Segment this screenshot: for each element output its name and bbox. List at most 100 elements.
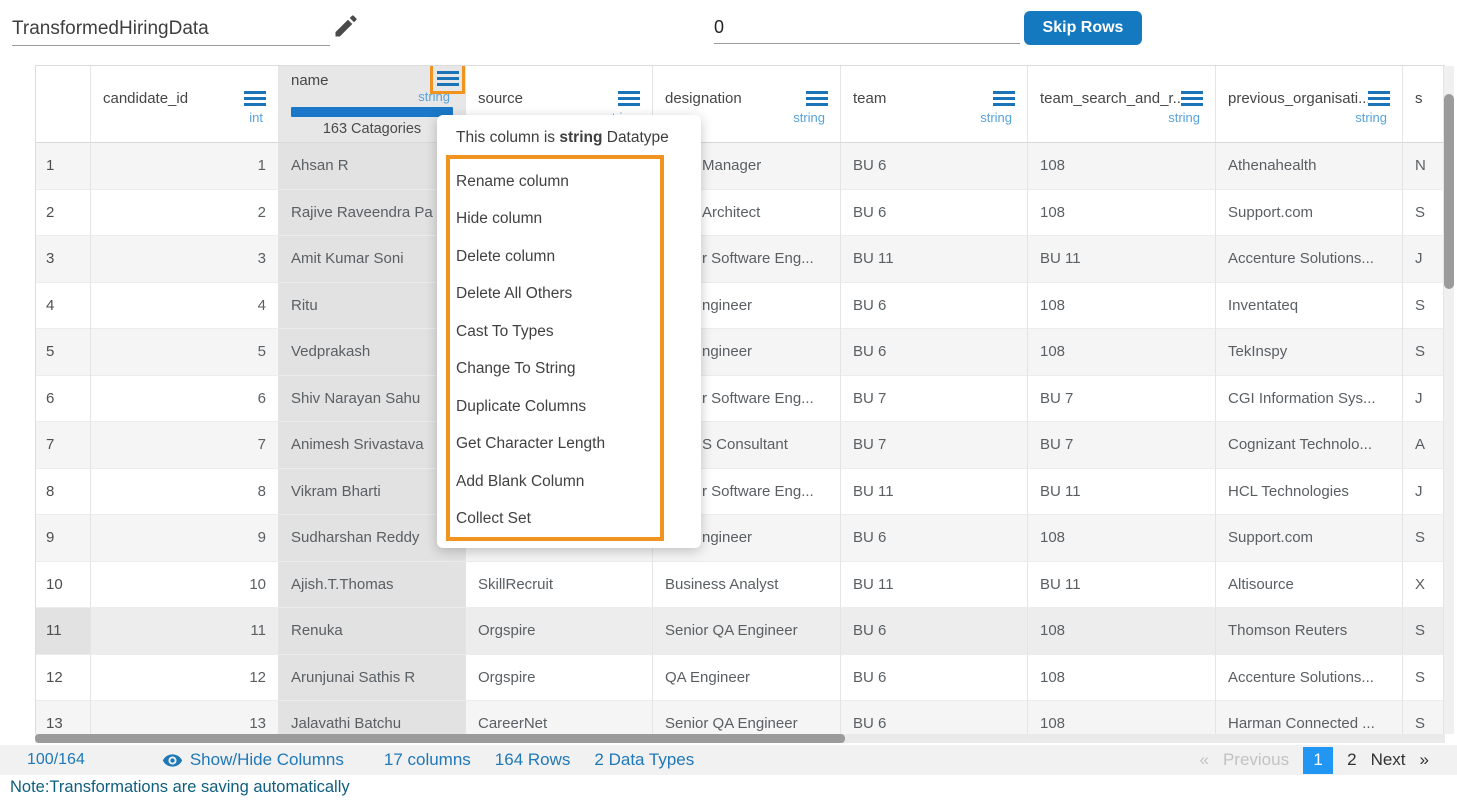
menu-item-delete-all-others[interactable]: Delete All Others — [456, 276, 652, 314]
skip-rows-input[interactable] — [714, 12, 1020, 44]
column-title: previous_organisati... — [1228, 90, 1368, 107]
cell-team_search: 108 — [1028, 190, 1216, 237]
row-index-cell: 5 — [36, 329, 91, 376]
cell-candidate_id: 4 — [91, 283, 279, 330]
column-menu-icon[interactable] — [806, 91, 828, 106]
hamburger-icon — [437, 71, 459, 86]
cell-previous_org: Harman Connected ... — [1216, 701, 1403, 735]
column-title: team_search_and_r... — [1040, 90, 1181, 107]
cell-s: S — [1403, 190, 1444, 237]
cell-name: Arunjunai Sathis R — [279, 655, 466, 702]
cell-team_search: BU 7 — [1028, 422, 1216, 469]
cell-team_search: 108 — [1028, 283, 1216, 330]
eye-icon — [162, 750, 183, 771]
menu-item-delete-column[interactable]: Delete column — [456, 238, 652, 276]
cell-team_search: 108 — [1028, 515, 1216, 562]
column-header-previous-organisation[interactable]: previous_organisati... string — [1216, 66, 1403, 142]
cell-previous_org: Thomson Reuters — [1216, 608, 1403, 655]
cell-s: S — [1403, 701, 1444, 735]
edit-pencil-icon[interactable] — [332, 12, 360, 40]
vertical-scrollbar-track[interactable] — [1444, 66, 1454, 734]
data-table: candidate_id int name string 163 Catagor… — [35, 65, 1445, 735]
previous-arrow-icon[interactable]: « — [1199, 750, 1208, 770]
cell-team_search: 108 — [1028, 143, 1216, 190]
cell-s: S — [1403, 515, 1444, 562]
menu-item-rename-column[interactable]: Rename column — [456, 163, 652, 201]
cell-source: SkillRecruit — [466, 562, 653, 609]
cell-s: X — [1403, 562, 1444, 609]
vertical-scrollbar-thumb[interactable] — [1444, 94, 1454, 289]
menu-item-duplicate-columns[interactable]: Duplicate Columns — [456, 388, 652, 426]
column-header-candidate-id[interactable]: candidate_id int — [91, 66, 279, 142]
column-header-team[interactable]: team string — [841, 66, 1028, 142]
column-type-label: string — [291, 89, 453, 104]
dataset-name-input[interactable] — [12, 12, 330, 46]
menu-item-change-to-string[interactable]: Change To String — [456, 351, 652, 389]
cell-previous_org: Inventateq — [1216, 283, 1403, 330]
cell-candidate_id: 2 — [91, 190, 279, 237]
page-2-button[interactable]: 2 — [1347, 750, 1356, 770]
page-1-button[interactable]: 1 — [1303, 747, 1333, 774]
column-menu-icon[interactable] — [618, 91, 640, 106]
cell-team: BU 6 — [841, 655, 1028, 702]
previous-button[interactable]: Previous — [1223, 750, 1289, 770]
column-context-menu: This column is string Datatype Rename co… — [437, 115, 701, 548]
row-index-cell: 3 — [36, 236, 91, 283]
column-menu-icon[interactable] — [993, 91, 1015, 106]
menu-item-add-blank-column[interactable]: Add Blank Column — [456, 463, 652, 501]
cell-name: Ajish.T.Thomas — [279, 562, 466, 609]
cell-team: BU 6 — [841, 283, 1028, 330]
row-index-cell: 6 — [36, 376, 91, 423]
app-window: Skip Rows candidate_id int name string 1… — [0, 0, 1457, 810]
cell-candidate_id: 5 — [91, 329, 279, 376]
cell-previous_org: TekInspy — [1216, 329, 1403, 376]
menu-item-hide-column[interactable]: Hide column — [456, 201, 652, 239]
cell-previous_org: Athenahealth — [1216, 143, 1403, 190]
top-toolbar: Skip Rows — [0, 0, 1457, 58]
horizontal-scrollbar-track[interactable] — [35, 734, 1445, 743]
header-corner-cell — [36, 66, 91, 142]
cell-candidate_id: 12 — [91, 655, 279, 702]
cell-team_search: 108 — [1028, 608, 1216, 655]
cell-previous_org: CGI Information Sys... — [1216, 376, 1403, 423]
menu-item-cast-to-types[interactable]: Cast To Types — [456, 313, 652, 351]
column-menu-icon[interactable] — [1181, 91, 1203, 106]
horizontal-scrollbar-thumb[interactable] — [35, 734, 845, 743]
cell-team: BU 6 — [841, 701, 1028, 735]
table-row: 1010Ajish.T.ThomasSkillRecruitBusiness A… — [36, 562, 1444, 609]
menu-item-get-character-length[interactable]: Get Character Length — [456, 426, 652, 464]
columns-count[interactable]: 17 columns — [384, 750, 471, 770]
column-menu-icon[interactable] — [1368, 91, 1390, 106]
column-menu-icon[interactable] — [244, 91, 266, 106]
column-title: candidate_id — [103, 90, 188, 107]
row-index-cell: 10 — [36, 562, 91, 609]
cell-team_search: BU 11 — [1028, 562, 1216, 609]
menu-item-collect-set[interactable]: Collect Set — [456, 501, 652, 539]
table-row: 44RitungineerBU 6108InventateqS — [36, 283, 1444, 330]
cell-team: BU 11 — [841, 562, 1028, 609]
cell-designation: Business Analyst — [653, 562, 841, 609]
cell-candidate_id: 3 — [91, 236, 279, 283]
next-arrow-icon[interactable]: » — [1420, 750, 1429, 770]
skip-rows-button[interactable]: Skip Rows — [1024, 11, 1142, 45]
footer-bar: 100/164 Show/Hide Columns 17 columns 164… — [0, 745, 1457, 775]
next-button[interactable]: Next — [1371, 750, 1406, 770]
table-body: 11Ahsan RManagerBU 6108AthenahealthN22Ra… — [36, 143, 1444, 735]
column-title: name — [291, 72, 329, 89]
table-row: 66Shiv Narayan Sahur Software Eng...BU 7… — [36, 376, 1444, 423]
column-type-label: string — [1228, 110, 1390, 125]
datatypes-count[interactable]: 2 Data Types — [594, 750, 694, 770]
column-header-team-search[interactable]: team_search_and_r... string — [1028, 66, 1216, 142]
cell-name: Jalavathi Batchu — [279, 701, 466, 735]
column-header-clipped[interactable]: s — [1403, 66, 1444, 142]
table-row: 33Amit Kumar Sonir Software Eng...BU 11B… — [36, 236, 1444, 283]
column-menu-icon-highlighted[interactable] — [430, 65, 465, 94]
cell-candidate_id: 1 — [91, 143, 279, 190]
cell-previous_org: Accenture Solutions... — [1216, 655, 1403, 702]
cell-source: Orgspire — [466, 608, 653, 655]
row-index-cell: 11 — [36, 608, 91, 655]
rows-count[interactable]: 164 Rows — [495, 750, 571, 770]
column-type-label: int — [103, 110, 266, 125]
cell-team: BU 7 — [841, 376, 1028, 423]
show-hide-columns-button[interactable]: Show/Hide Columns — [162, 750, 344, 771]
